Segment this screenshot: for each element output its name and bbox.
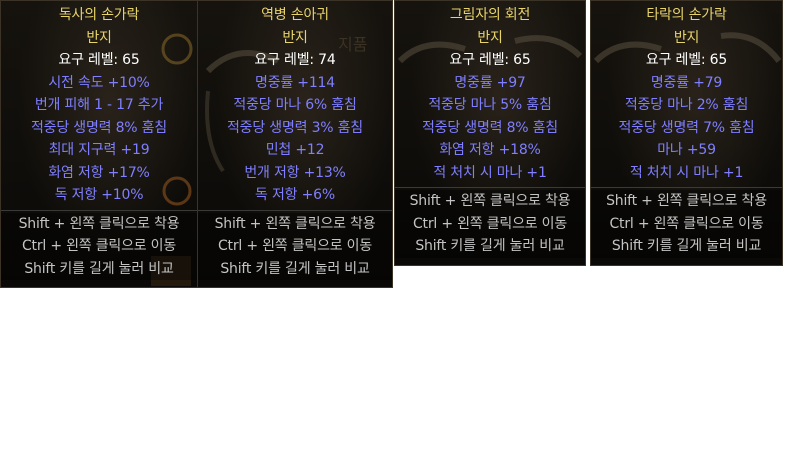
hint-move: Ctrl + 왼쪽 클릭으로 이동 (412, 215, 568, 232)
affix: 화염 저항 +18% (439, 142, 541, 158)
affix: 명중률 +79 (650, 74, 723, 91)
hint-move: Ctrl + 왼쪽 클릭으로 이동 (21, 238, 177, 254)
item-type: 반지 (282, 29, 308, 46)
affix: 적중당 생명력 7% 훔침 (618, 119, 755, 136)
divider (1, 209, 197, 211)
affix: 적 처치 시 마나 +1 (433, 164, 547, 181)
level-requirement: 요구 레벨: 65 (58, 52, 140, 68)
item-tooltip-2: 지품 역병 손아귀 반지 요구 레벨: 74 명중률 +114 적중당 마나 6… (197, 0, 393, 288)
hint-compare: Shift 키를 길게 눌러 비교 (415, 238, 565, 254)
hint-move: Ctrl + 왼쪽 클릭으로 이동 (609, 215, 764, 232)
affix: 마나 +59 (657, 142, 716, 158)
hint-compare: Shift 키를 길게 눌러 비교 (220, 260, 370, 277)
item-tooltip-4: 타락의 손가락 반지 요구 레벨: 65 명중률 +79 적중당 마나 2% 훔… (590, 0, 783, 266)
item-header: 역병 손아귀 반지 (198, 1, 392, 49)
item-name: 타락의 손가락 (646, 7, 727, 23)
item-type: 반지 (477, 29, 503, 46)
affix: 적중당 마나 5% 훔침 (428, 97, 552, 113)
affix: 시전 속도 +10% (48, 74, 150, 91)
hint-equip: Shift + 왼쪽 클릭으로 착용 (409, 193, 571, 209)
item-type: 반지 (673, 29, 700, 46)
level-requirement: 요구 레벨: 65 (645, 52, 728, 68)
item-header: 독사의 손가락 반지 (1, 1, 197, 49)
hint-equip: Shift + 왼쪽 클릭으로 착용 (18, 215, 180, 232)
affix: 번개 저항 +13% (244, 164, 346, 181)
hint-compare: Shift 키를 길게 눌러 비교 (611, 238, 762, 254)
affix: 적중당 마나 6% 훔침 (233, 97, 357, 113)
item-header: 그림자의 회전 반지 (395, 1, 585, 49)
hint-block: Shift + 왼쪽 클릭으로 착용 Ctrl + 왼쪽 클릭으로 이동 Shi… (591, 190, 782, 258)
affix: 화염 저항 +17% (48, 164, 150, 181)
affix: 명중률 +114 (255, 74, 335, 91)
level-requirement: 요구 레벨: 65 (449, 52, 531, 68)
item-name: 그림자의 회전 (449, 7, 531, 23)
item-header: 타락의 손가락 반지 (591, 1, 782, 49)
hint-equip: Shift + 왼쪽 클릭으로 착용 (214, 215, 376, 232)
affix: 독 저항 +6% (255, 187, 335, 203)
divider (395, 187, 585, 188)
affix: 최대 지구력 +19 (48, 142, 150, 158)
hint-block: Shift + 왼쪽 클릭으로 착용 Ctrl + 왼쪽 클릭으로 이동 Shi… (1, 212, 197, 280)
level-requirement: 요구 레벨: 74 (254, 52, 336, 68)
item-type: 반지 (86, 29, 112, 46)
affix: 독 저항 +10% (54, 187, 144, 203)
divider (198, 209, 392, 211)
divider (591, 187, 782, 188)
item-name: 역병 손아귀 (261, 7, 329, 23)
affix: 적중당 생명력 8% 훔침 (421, 119, 558, 136)
hint-move: Ctrl + 왼쪽 클릭으로 이동 (217, 238, 373, 254)
affix: 적중당 생명력 8% 훔침 (30, 119, 167, 136)
item-tooltip-3: 그림자의 회전 반지 요구 레벨: 65 명중률 +97 적중당 마나 5% 훔… (394, 0, 586, 266)
affix: 명중률 +97 (454, 74, 526, 91)
item-tooltip-1: 독사의 손가락 반지 요구 레벨: 65 시전 속도 +10% 번개 피해 1 … (0, 0, 198, 288)
hint-block: Shift + 왼쪽 클릭으로 착용 Ctrl + 왼쪽 클릭으로 이동 Shi… (395, 190, 585, 258)
affix: 적 처치 시 마나 +1 (629, 164, 744, 181)
hint-compare: Shift 키를 길게 눌러 비교 (24, 260, 174, 277)
item-name: 독사의 손가락 (58, 7, 140, 23)
hint-block: Shift + 왼쪽 클릭으로 착용 Ctrl + 왼쪽 클릭으로 이동 Shi… (198, 212, 392, 280)
affix: 적중당 마나 2% 훔침 (624, 97, 749, 113)
affix: 번개 피해 1 - 17 추가 (34, 97, 164, 113)
hint-equip: Shift + 왼쪽 클릭으로 착용 (606, 193, 767, 209)
affix: 민첩 +12 (265, 142, 325, 158)
affix: 적중당 생명력 3% 훔침 (226, 119, 363, 136)
